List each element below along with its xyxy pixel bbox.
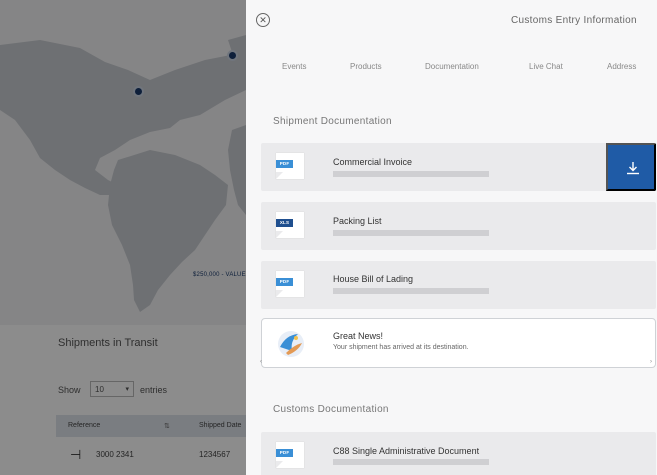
drawer-title: Customs Entry Information bbox=[511, 15, 637, 26]
modal-overlay[interactable] bbox=[0, 0, 246, 475]
document-card-house-bill-of-lading[interactable] bbox=[261, 261, 656, 309]
document-meta-placeholder bbox=[333, 171, 489, 177]
document-name: Commercial Invoice bbox=[333, 157, 413, 167]
close-icon[interactable]: ✕ bbox=[256, 13, 270, 27]
customs-documentation-heading: Customs Documentation bbox=[273, 404, 389, 415]
document-name: C88 Single Administrative Document bbox=[333, 446, 480, 456]
pdf-file-icon: PDF bbox=[276, 271, 304, 297]
document-meta-placeholder bbox=[333, 459, 489, 465]
document-meta-placeholder bbox=[333, 288, 489, 294]
news-prev-icon[interactable]: ‹ bbox=[260, 359, 262, 365]
news-next-icon[interactable]: › bbox=[650, 359, 652, 365]
document-card-packing-list[interactable] bbox=[261, 202, 656, 250]
tab-products[interactable]: Products bbox=[350, 62, 382, 71]
file-type-badge: PDF bbox=[276, 160, 293, 168]
xls-file-icon: XLS bbox=[276, 212, 304, 238]
file-type-badge: PDF bbox=[276, 278, 293, 286]
download-icon bbox=[627, 162, 639, 175]
document-name: House Bill of Lading bbox=[333, 274, 414, 284]
news-text: Your shipment has arrived at its destina… bbox=[333, 344, 469, 351]
download-button[interactable] bbox=[606, 143, 656, 191]
pdf-file-icon: PDF bbox=[276, 153, 304, 179]
tab-events[interactable]: Events bbox=[282, 62, 306, 71]
tab-documentation[interactable]: Documentation bbox=[425, 62, 479, 71]
shipment-documentation-heading: Shipment Documentation bbox=[273, 116, 392, 127]
document-name: Packing List bbox=[333, 216, 382, 226]
tab-live-chat[interactable]: Live Chat bbox=[529, 62, 563, 71]
document-meta-placeholder bbox=[333, 230, 489, 236]
document-card-commercial-invoice[interactable] bbox=[261, 143, 656, 191]
news-title: Great News! bbox=[333, 331, 384, 341]
news-card[interactable] bbox=[261, 318, 656, 368]
file-type-badge: PDF bbox=[276, 449, 293, 457]
pdf-file-icon: PDF bbox=[276, 442, 304, 468]
celebration-icon bbox=[278, 331, 304, 357]
file-type-badge: XLS bbox=[276, 219, 293, 227]
tab-address[interactable]: Address bbox=[607, 62, 636, 71]
